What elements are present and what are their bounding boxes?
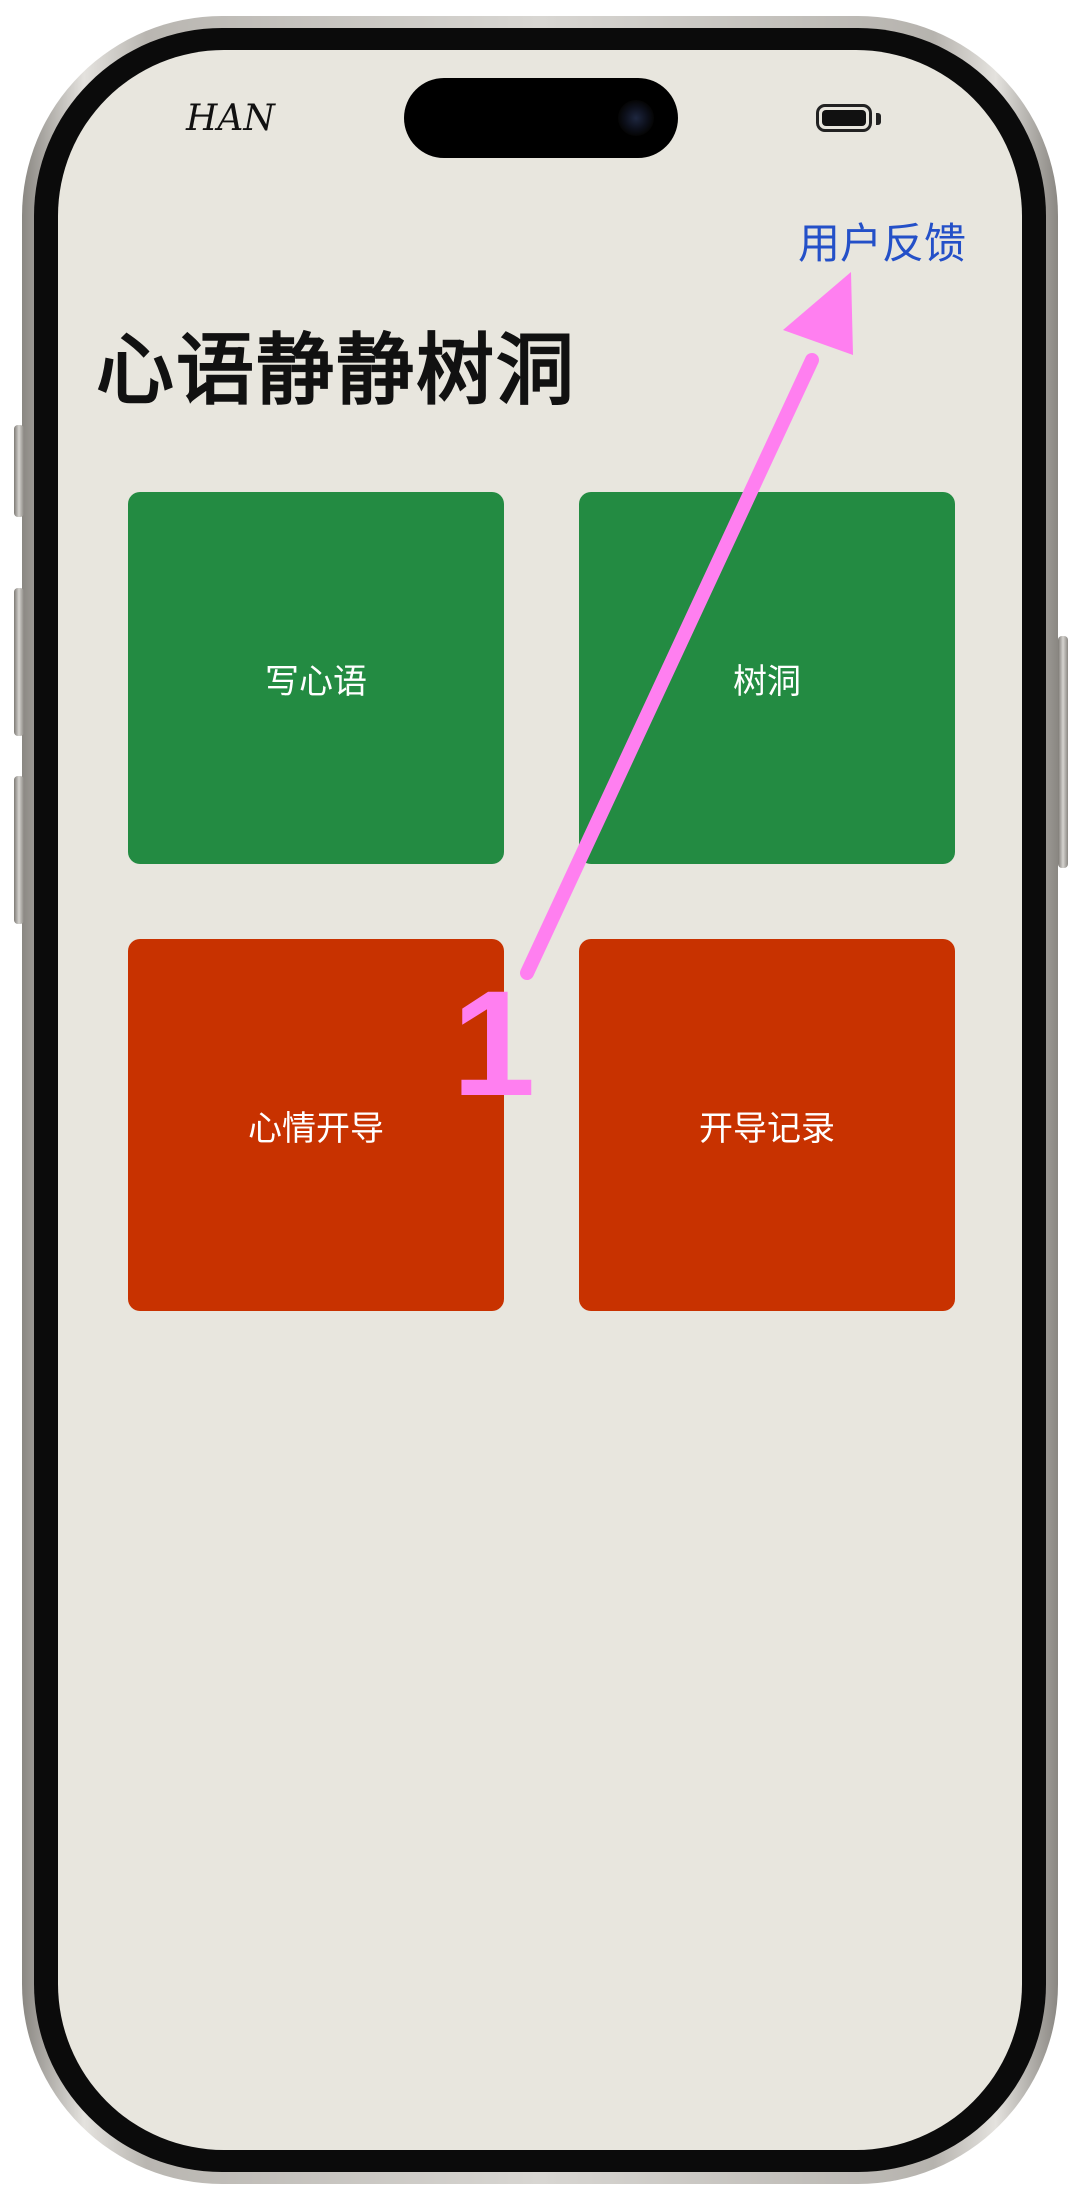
battery-icon: [816, 104, 872, 132]
volume-down-button: [14, 776, 24, 924]
mood-counseling-label: 心情开导: [248, 1108, 384, 1149]
write-heart-words-label: 写心语: [265, 661, 367, 702]
volume-up-button: [14, 588, 24, 736]
annotation-step-number: 1: [452, 959, 536, 1127]
write-heart-words-button[interactable]: 写心语: [128, 492, 504, 864]
user-feedback-link[interactable]: 用户反馈: [798, 210, 966, 271]
mood-counseling-button[interactable]: 心情开导: [128, 939, 504, 1311]
app-screen: HAN 用户反馈 心语静静树洞 写心语 树洞 心情开导 开导记录: [58, 50, 1022, 2150]
front-camera-icon: [618, 100, 654, 136]
carrier-label: HAN: [186, 98, 275, 139]
screenshot-stage: HAN 用户反馈 心语静静树洞 写心语 树洞 心情开导 开导记录 1: [0, 0, 1080, 2202]
battery-level: [822, 110, 866, 126]
action-button: [14, 425, 24, 517]
page-title: 心语静静树洞: [96, 326, 577, 416]
tree-hole-label: 树洞: [733, 661, 801, 702]
counseling-records-label: 开导记录: [699, 1108, 835, 1149]
power-button: [1058, 636, 1068, 868]
tree-hole-button[interactable]: 树洞: [579, 492, 955, 864]
counseling-records-button[interactable]: 开导记录: [579, 939, 955, 1311]
dynamic-island: [404, 78, 678, 158]
battery-cap: [876, 113, 881, 125]
